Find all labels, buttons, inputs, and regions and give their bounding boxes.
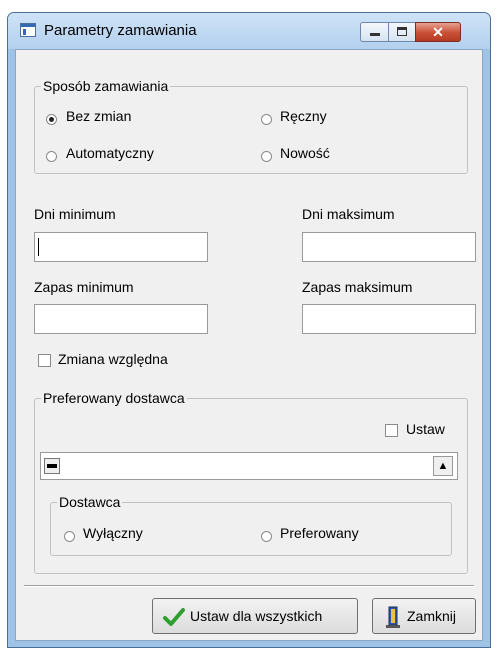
radio-wylaczny[interactable]: [64, 531, 75, 542]
radio-preferowany[interactable]: [261, 531, 272, 542]
maximize-icon: [397, 27, 407, 36]
days-min-label: Dni minimum: [34, 206, 116, 222]
set-all-button[interactable]: Ustaw dla wszystkich: [152, 598, 358, 634]
relative-change-checkbox[interactable]: [38, 354, 51, 367]
radio-preferowany-label: Preferowany: [280, 525, 359, 541]
radio-nowosc-label: Nowość: [280, 145, 330, 161]
radio-bez-zmian[interactable]: [46, 114, 57, 125]
relative-change-label: Zmiana względna: [58, 351, 168, 367]
preferred-supplier-legend: Preferowany dostawca: [43, 390, 185, 406]
minimize-icon: [370, 33, 380, 36]
radio-bez-zmian-label: Bez zmian: [66, 108, 132, 124]
separator: [24, 585, 474, 587]
radio-reczny-label: Ręczny: [280, 108, 327, 124]
supplier-type-legend: Dostawca: [59, 494, 121, 510]
days-max-label: Dni maksimum: [302, 206, 395, 222]
window-title: Parametry zamawiania: [44, 22, 197, 39]
stock-max-label: Zapas maksimum: [302, 279, 413, 295]
text-caret: [38, 238, 39, 256]
dropdown-up-arrow-icon[interactable]: ▲: [433, 456, 453, 476]
close-icon: ✕: [432, 24, 444, 40]
stock-min-label: Zapas minimum: [34, 279, 134, 295]
stock-min-input[interactable]: [34, 304, 208, 334]
stock-max-input[interactable]: [302, 304, 476, 334]
radio-wylaczny-label: Wyłączny: [83, 525, 143, 541]
dialog-window: Parametry zamawiania ✕ Sposób zamawiania…: [7, 12, 491, 648]
minus-icon: [47, 464, 57, 468]
radio-automatyczny[interactable]: [46, 151, 57, 162]
checkmark-icon: [163, 608, 185, 626]
set-supplier-label: Ustaw: [406, 421, 445, 437]
radio-reczny[interactable]: [261, 114, 272, 125]
close-label: Zamknij: [407, 608, 457, 624]
close-button[interactable]: Zamknij: [372, 598, 476, 634]
order-method-legend: Sposób zamawiania: [43, 78, 169, 94]
maximize-button[interactable]: [388, 22, 416, 42]
title-bar[interactable]: Parametry zamawiania ✕: [8, 13, 490, 49]
days-min-input[interactable]: [34, 232, 208, 262]
dialog-client-area: Sposób zamawiania Bez zmian Ręczny Autom…: [15, 49, 483, 641]
app-icon: [20, 23, 36, 37]
set-supplier-checkbox[interactable]: [385, 424, 398, 437]
radio-automatyczny-label: Automatyczny: [66, 145, 154, 161]
supplier-clear-button[interactable]: [44, 458, 60, 474]
minimize-button[interactable]: [360, 22, 389, 42]
supplier-combobox[interactable]: ▲: [40, 452, 458, 480]
door-exit-icon: [386, 606, 400, 628]
radio-nowosc[interactable]: [261, 151, 272, 162]
set-all-label: Ustaw dla wszystkich: [190, 608, 323, 624]
close-window-button[interactable]: ✕: [415, 22, 461, 42]
days-max-input[interactable]: [302, 232, 476, 262]
